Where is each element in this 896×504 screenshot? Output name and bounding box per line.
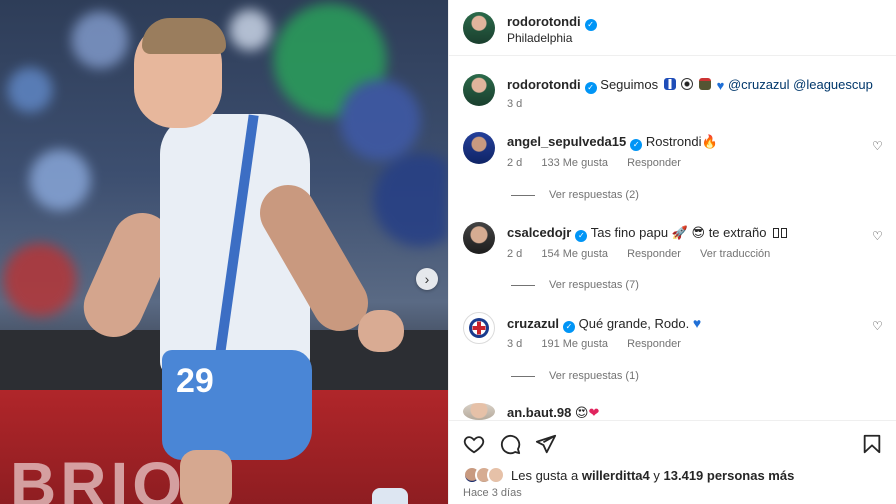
action-bar xyxy=(449,420,896,464)
post-header: rodorotondi ✓ Philadelphia xyxy=(449,0,896,56)
verified-icon: ✓ xyxy=(563,321,576,333)
soccer-ball-icon xyxy=(681,78,694,90)
comment-username[interactable]: an.baut.98 xyxy=(507,405,571,420)
comment-text: Tas fino papu xyxy=(590,225,669,240)
comment-text: Rostrondi xyxy=(645,134,702,149)
comment-icon[interactable] xyxy=(499,433,521,455)
comment-avatar[interactable] xyxy=(463,403,495,420)
likes-user[interactable]: willerditta4 xyxy=(582,468,650,483)
rocket-icon: 🚀 xyxy=(668,225,688,240)
post-photo[interactable]: BRIO 29 › xyxy=(0,0,448,504)
verified-icon: ✓ xyxy=(584,82,597,94)
verified-icon: ✓ xyxy=(584,19,597,31)
view-replies[interactable]: Ver respuestas (2) xyxy=(511,189,639,201)
posted-ago: Hace 3 días xyxy=(463,487,522,499)
reply-button[interactable]: Responder xyxy=(627,338,681,350)
red-heart-icon: ❤ xyxy=(588,405,600,420)
chevron-right-icon[interactable]: › xyxy=(416,268,438,290)
likes-middle: y xyxy=(653,467,660,483)
comment-avatar[interactable] xyxy=(463,222,495,254)
send-icon[interactable] xyxy=(535,433,557,455)
comment-meta: 2 d 154 Me gusta Responder Ver traducció… xyxy=(507,248,786,260)
comment-time: 3 d xyxy=(507,338,523,350)
caption-avatar[interactable] xyxy=(463,74,495,106)
comment-time: 2 d xyxy=(507,157,523,169)
jersey-number: 29 xyxy=(176,362,214,400)
heart-icon[interactable]: ♡ xyxy=(872,230,884,242)
comment-text-after: te extraño xyxy=(708,225,767,240)
caption-time: 3 d xyxy=(507,98,523,110)
cruz-azul-logo-icon xyxy=(469,318,489,338)
header-username[interactable]: rodorotondi xyxy=(507,14,581,29)
comment-meta: 3 d 191 Me gusta Responder xyxy=(507,338,697,350)
header-location[interactable]: Philadelphia xyxy=(507,31,572,45)
likes-count[interactable]: 13.419 personas más xyxy=(664,468,795,483)
clapperboard-icon xyxy=(698,78,711,90)
comment-body: an.baut.98 😍❤ xyxy=(507,405,599,420)
heart-icon[interactable]: ♡ xyxy=(872,320,884,332)
post-sidebar: rodorotondi ✓ Philadelphia rodorotondi ✓ S… xyxy=(448,0,896,504)
view-replies-label[interactable]: Ver respuestas (1) xyxy=(549,370,639,382)
blue-heart-icon: ♥ xyxy=(716,78,725,93)
likes-prefix: Les gusta a xyxy=(511,467,579,483)
celebrating-player: 29 xyxy=(74,10,420,504)
heart-icon[interactable] xyxy=(463,433,485,455)
heart-icon[interactable]: ♡ xyxy=(872,140,884,152)
comment-body: cruzazul ✓ Qué grande, Rodo. ♥ xyxy=(507,315,701,333)
view-replies-label[interactable]: Ver respuestas (2) xyxy=(549,189,639,201)
comment-username[interactable]: cruzazul xyxy=(507,316,559,331)
comment-likes[interactable]: 191 Me gusta xyxy=(541,338,608,350)
comment-avatar[interactable] xyxy=(463,132,495,164)
view-replies[interactable]: Ver respuestas (1) xyxy=(511,370,639,382)
comment-body: csalcedojr ✓ Tas fino papu 🚀 😎 te extraño xyxy=(507,225,788,242)
flag-icon xyxy=(663,78,676,90)
view-replies-label[interactable]: Ver respuestas (7) xyxy=(549,279,639,291)
comment-body: angel_sepulveda15 ✓ Rostrondi🔥 xyxy=(507,134,718,151)
reply-button[interactable]: Responder xyxy=(627,248,681,260)
instagram-post: BRIO 29 › rodorotondi ✓ Philadelphia rod… xyxy=(0,0,896,504)
comment-username[interactable]: angel_sepulveda15 xyxy=(507,134,626,149)
sunglasses-icon: 😎 xyxy=(691,225,706,240)
fire-icon: 🔥 xyxy=(701,134,718,149)
comment-username[interactable]: csalcedojr xyxy=(507,225,571,240)
caption: rodorotondi ✓ Seguimos ♥ @cruzazul @leagu… xyxy=(507,77,873,94)
comment-avatar[interactable] xyxy=(463,312,495,344)
caption-text: Seguimos xyxy=(600,77,659,92)
bookmark-icon[interactable] xyxy=(861,433,883,455)
caption-mentions[interactable]: @cruzazul @leaguescup xyxy=(728,77,873,92)
comment-likes[interactable]: 133 Me gusta xyxy=(541,157,608,169)
verified-icon: ✓ xyxy=(630,139,643,151)
heart-eyes-icon: 😍 xyxy=(574,405,589,420)
comment-likes[interactable]: 154 Me gusta xyxy=(541,248,608,260)
reply-button[interactable]: Responder xyxy=(627,157,681,169)
comment-text: Qué grande, Rodo. xyxy=(578,316,690,331)
comment-meta: 2 d 133 Me gusta Responder xyxy=(507,157,697,169)
liker-avatar xyxy=(487,466,505,484)
likes-summary[interactable]: Les gusta a willerditta4 y 13.419 person… xyxy=(463,466,794,484)
avatar[interactable] xyxy=(463,12,495,44)
caption-username[interactable]: rodorotondi xyxy=(507,77,581,92)
blue-heart-icon: ♥ xyxy=(692,315,702,331)
view-replies[interactable]: Ver respuestas (7) xyxy=(511,279,639,291)
verified-icon: ✓ xyxy=(575,230,588,242)
translate-button[interactable]: Ver traducción xyxy=(700,248,770,260)
comment-time: 2 d xyxy=(507,248,523,260)
